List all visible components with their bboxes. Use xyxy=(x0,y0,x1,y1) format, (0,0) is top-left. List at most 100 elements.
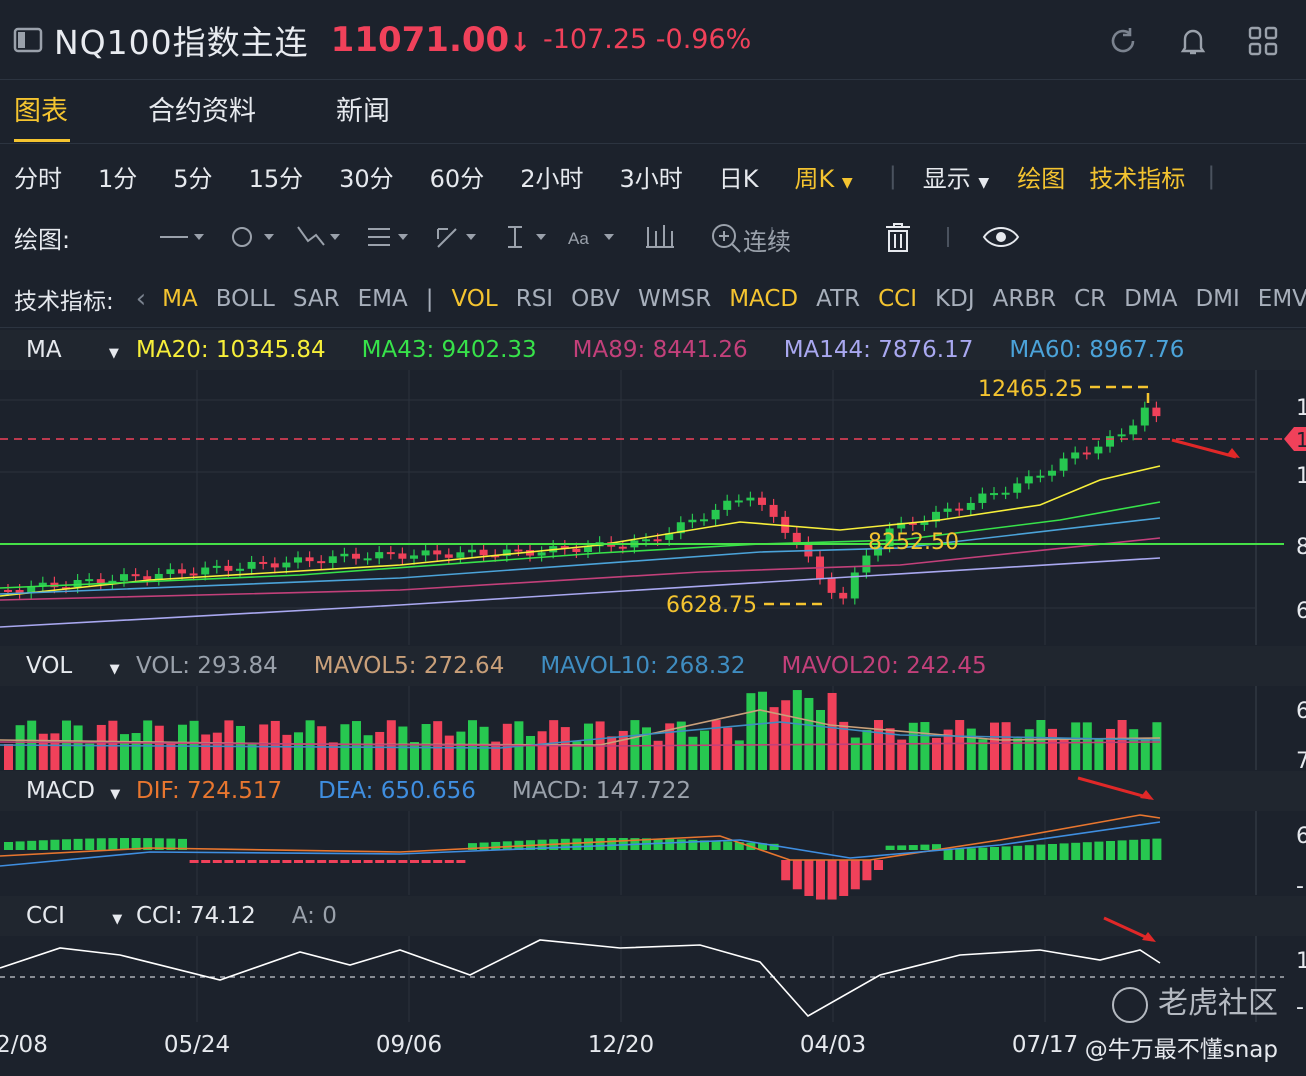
candle xyxy=(398,553,407,559)
candle xyxy=(1001,492,1010,495)
trend-arrow xyxy=(1171,438,1237,459)
candle xyxy=(1106,436,1114,447)
volume-bar xyxy=(456,731,466,770)
volume-bar xyxy=(154,725,164,770)
candle xyxy=(479,549,488,556)
volume-bar xyxy=(444,735,454,770)
macd-bar xyxy=(456,860,466,863)
candle xyxy=(618,546,627,549)
volume-bar xyxy=(131,733,141,770)
macd-bar xyxy=(943,849,953,860)
ma20-line xyxy=(0,465,1161,597)
volume-bar xyxy=(236,725,245,770)
candle xyxy=(1152,407,1161,417)
volume-bar xyxy=(166,743,176,770)
macd-bar xyxy=(375,860,385,863)
macd-bar xyxy=(247,860,257,863)
candle xyxy=(711,509,720,520)
macd-bar xyxy=(62,839,71,850)
level-label: 8252.50 xyxy=(868,530,959,555)
macd-bar xyxy=(827,860,837,900)
cci-line xyxy=(0,939,1161,1018)
candle xyxy=(1036,475,1045,478)
candle xyxy=(978,493,987,503)
candle xyxy=(1082,452,1091,455)
macd-bar xyxy=(189,860,199,863)
macd-bar xyxy=(1059,843,1069,860)
macd-bar xyxy=(4,842,13,850)
volume-bar xyxy=(201,734,211,770)
macd-bar xyxy=(584,838,593,850)
candle xyxy=(827,578,836,593)
candle xyxy=(514,549,523,552)
volume-bar xyxy=(990,722,999,770)
x-tick-label: 09/06 xyxy=(376,1032,442,1058)
macd-bar xyxy=(363,860,373,863)
candle xyxy=(955,508,964,511)
candle xyxy=(340,553,349,557)
volume-bar xyxy=(537,731,547,770)
volume-bar xyxy=(96,724,106,770)
macd-bar xyxy=(850,860,860,890)
candle xyxy=(352,553,360,559)
volume-bar xyxy=(363,735,373,770)
axis-tick-label: 1 xyxy=(1296,949,1306,974)
volume-bar xyxy=(410,741,419,770)
candle xyxy=(317,561,326,564)
volume-bar xyxy=(781,700,791,770)
arrow-head-icon xyxy=(1226,448,1240,458)
watermark-user: @牛万最不懂snap xyxy=(1084,1037,1278,1063)
axis-tick-label: - xyxy=(1296,995,1304,1020)
candle xyxy=(653,539,662,542)
volume-bar xyxy=(955,720,965,770)
candle xyxy=(1013,483,1022,493)
macd-bar xyxy=(491,841,501,850)
kline-chart[interactable]: 12465.25 6628.75 8252.50 1 1 8 6 1 6 7 6 - 1 - 2/08 05/… xyxy=(0,0,1306,1076)
candle xyxy=(212,565,221,568)
candle xyxy=(769,504,778,517)
volume-bar xyxy=(178,724,187,770)
candle xyxy=(201,567,210,575)
candle xyxy=(444,554,453,558)
macd-bar xyxy=(595,838,605,850)
candle xyxy=(1129,425,1138,435)
macd-bar xyxy=(224,860,234,863)
x-tick-label: 04/03 xyxy=(800,1032,866,1058)
macd-bar xyxy=(711,840,721,850)
candle xyxy=(73,580,82,588)
volume-bar xyxy=(1071,722,1081,770)
candle xyxy=(746,497,755,501)
macd-bar xyxy=(955,848,965,860)
volume-bar xyxy=(224,720,234,770)
volume-bar xyxy=(816,709,825,770)
macd-bar xyxy=(38,840,48,850)
volume-bar xyxy=(282,734,292,770)
macd-bar xyxy=(607,838,617,850)
volume-bar xyxy=(862,729,872,770)
macd-bar xyxy=(317,860,327,863)
macd-bar xyxy=(781,860,791,881)
candle xyxy=(758,497,766,505)
candle xyxy=(189,573,198,576)
axis-tick-label: 6 xyxy=(1296,699,1306,724)
axis-tick-label: 7 xyxy=(1296,749,1306,774)
candle xyxy=(943,508,952,512)
brand-text: 老虎社区 xyxy=(1158,986,1278,1021)
macd-bar xyxy=(874,860,883,870)
macd-bar xyxy=(1152,838,1162,860)
volume-bar xyxy=(769,707,779,770)
macd-bar xyxy=(1140,839,1150,860)
axis-tick-label: - xyxy=(1296,874,1304,899)
macd-bar xyxy=(1071,842,1081,860)
volume-bar xyxy=(317,726,327,770)
high-marker xyxy=(1090,385,1150,405)
macd-bar xyxy=(15,841,25,850)
volume-bar xyxy=(1117,720,1127,770)
candle xyxy=(247,561,256,569)
macd-bar xyxy=(804,860,814,896)
macd-bar xyxy=(1036,844,1046,860)
volume-bar xyxy=(1106,728,1115,770)
macd-bar xyxy=(1024,845,1034,860)
volume-bar xyxy=(1094,738,1104,770)
macd-bar xyxy=(1001,846,1011,860)
